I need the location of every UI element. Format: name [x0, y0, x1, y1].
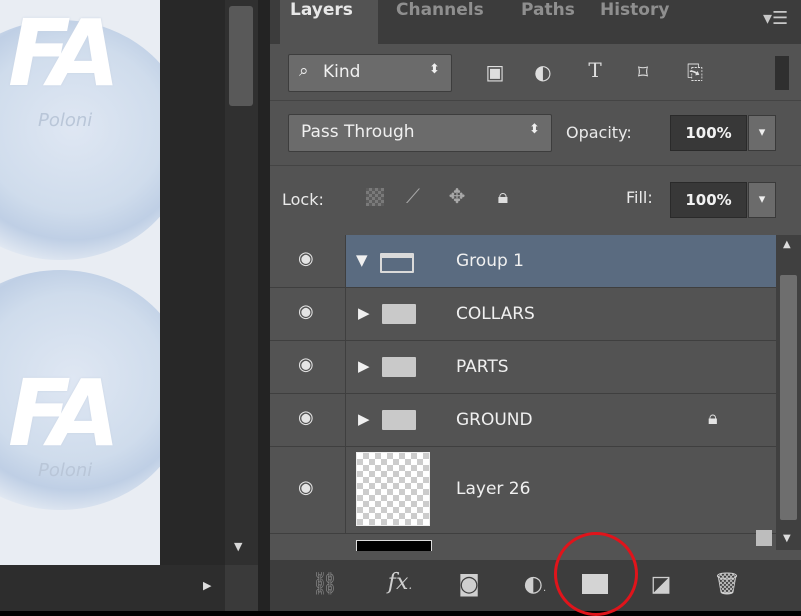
- layer-list: ◉ ▼ Group 1 ◉ ▶ COLLARS ◉ ▶ PARTS ◉ ▶ GR…: [270, 235, 801, 551]
- link-layers-icon[interactable]: ⛓: [310, 572, 340, 597]
- layer-mask-icon[interactable]: ◙: [454, 572, 484, 597]
- fill-label: Fill:: [626, 188, 653, 207]
- layer-row-group-1[interactable]: ◉ ▼ Group 1: [270, 235, 776, 288]
- canvas-vertical-scrollbar[interactable]: ▼: [225, 0, 258, 565]
- resize-grip-icon[interactable]: [756, 530, 772, 546]
- visibility-toggle[interactable]: ◉: [270, 235, 346, 287]
- expand-triangle-icon[interactable]: ▶: [358, 304, 370, 322]
- visibility-toggle[interactable]: ◉: [270, 447, 346, 533]
- tab-layers[interactable]: Layers: [280, 0, 378, 44]
- expand-triangle-icon[interactable]: ▶: [358, 357, 370, 375]
- layer-row-collars[interactable]: ◉ ▶ COLLARS: [270, 288, 776, 341]
- delete-icon[interactable]: 🗑︎: [712, 572, 742, 597]
- scrollbar-thumb[interactable]: [780, 275, 797, 520]
- eye-icon: ◉: [298, 301, 314, 322]
- canvas-logo: FA Poloni: [0, 0, 160, 260]
- new-layer-icon[interactable]: ◪: [646, 572, 676, 597]
- scroll-down-arrow-icon[interactable]: ▼: [783, 533, 791, 544]
- lock-position-icon[interactable]: ✥: [442, 184, 472, 208]
- tab-history[interactable]: History: [600, 0, 669, 36]
- layers-panel: Layers Channels Paths History ▾☰ ⌕ Kind …: [270, 0, 801, 616]
- lock-transparent-pixels-icon[interactable]: [366, 188, 384, 206]
- layer-row-parts[interactable]: ◉ ▶ PARTS: [270, 341, 776, 394]
- folder-icon: [382, 304, 416, 324]
- adjustment-filter-icon[interactable]: ◐: [528, 60, 558, 84]
- fx-icon[interactable]: fx.: [380, 570, 420, 595]
- opacity-label: Opacity:: [566, 123, 632, 142]
- type-filter-icon[interactable]: T: [580, 58, 610, 82]
- status-menu-arrow-icon[interactable]: ▶: [203, 579, 211, 592]
- filter-kind-dropdown[interactable]: ⌕ Kind ⬍: [288, 54, 452, 92]
- layer-row-ground[interactable]: ◉ ▶ GROUND 🔒︎: [270, 394, 776, 447]
- layers-bottom-toolbar: ⛓ fx. ◙ ◐. ◪ 🗑︎: [270, 560, 801, 611]
- highlight-circle-annotation: [554, 532, 638, 616]
- panel-menu-icon[interactable]: ▾☰: [763, 8, 788, 29]
- lock-icon: 🔒︎: [708, 408, 718, 429]
- panel-tab-bar: Layers Channels Paths History ▾☰: [270, 0, 801, 44]
- smart-object-filter-icon[interactable]: ⎘: [680, 60, 710, 84]
- canvas-logo: FA Poloni: [0, 230, 160, 510]
- fill-field[interactable]: 100%: [670, 182, 747, 218]
- dropdown-arrows-icon: ⬍: [529, 122, 540, 137]
- document-canvas[interactable]: FA Poloni FA Poloni: [0, 0, 160, 565]
- scroll-down-arrow-icon[interactable]: ▼: [234, 540, 242, 553]
- folder-icon: [382, 410, 416, 430]
- visibility-toggle[interactable]: ◉: [270, 394, 346, 446]
- folder-open-icon: [380, 253, 414, 273]
- layer-list-scrollbar[interactable]: ▲ ▼: [776, 235, 801, 550]
- lock-image-pixels-icon[interactable]: ⟋: [398, 184, 428, 208]
- canvas-pasteboard: [160, 0, 225, 565]
- eye-icon: ◉: [298, 407, 314, 428]
- filter-toggle-switch[interactable]: [775, 56, 789, 90]
- eye-icon: ◉: [298, 248, 314, 269]
- scroll-up-arrow-icon[interactable]: ▲: [783, 239, 791, 250]
- eye-icon: ◉: [298, 477, 314, 498]
- layer-row-layer-26[interactable]: ◉ Layer 26: [270, 447, 776, 534]
- fill-slider-button[interactable]: ▾: [748, 182, 776, 218]
- next-layer-thumbnail-partial: [356, 540, 432, 551]
- adjustment-layer-icon[interactable]: ◐.: [518, 572, 552, 597]
- collapse-triangle-icon[interactable]: ▼: [356, 251, 368, 269]
- canvas-status-bar: ▶: [0, 565, 258, 611]
- lock-all-icon[interactable]: 🔒︎: [488, 184, 518, 208]
- dropdown-arrows-icon: ⬍: [429, 62, 440, 77]
- opacity-field[interactable]: 100%: [670, 115, 747, 151]
- tab-channels[interactable]: Channels: [396, 0, 484, 36]
- shape-filter-icon[interactable]: ⌑: [628, 60, 658, 84]
- panel-divider: [258, 0, 270, 611]
- search-icon: ⌕: [299, 61, 309, 81]
- visibility-toggle[interactable]: ◉: [270, 288, 346, 340]
- visibility-toggle[interactable]: ◉: [270, 341, 346, 393]
- blend-mode-dropdown[interactable]: Pass Through ⬍: [288, 114, 552, 152]
- folder-icon: [382, 357, 416, 377]
- opacity-slider-button[interactable]: ▾: [748, 115, 776, 151]
- scrollbar-thumb[interactable]: [229, 6, 253, 106]
- image-filter-icon[interactable]: ▣: [480, 60, 510, 84]
- layer-thumbnail: [356, 452, 430, 526]
- tab-paths[interactable]: Paths: [521, 0, 575, 36]
- eye-icon: ◉: [298, 354, 314, 375]
- lock-label: Lock:: [282, 190, 324, 209]
- expand-triangle-icon[interactable]: ▶: [358, 410, 370, 428]
